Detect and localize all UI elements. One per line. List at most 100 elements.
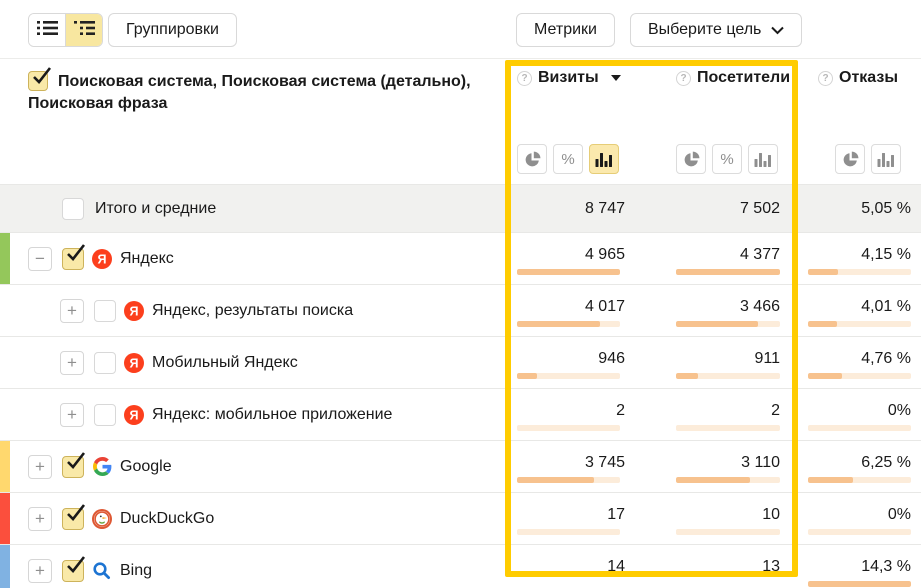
metric-bar [808, 321, 911, 327]
visitors-pie-toggle[interactable] [676, 144, 706, 174]
row-left: Итого и средние [0, 185, 505, 232]
row-left: + Bing [0, 545, 505, 588]
row-checkbox[interactable] [62, 560, 84, 582]
visitors-bars-toggle[interactable] [748, 144, 778, 174]
row-checkbox[interactable] [62, 248, 84, 270]
column-label[interactable]: Визиты [538, 69, 599, 87]
row-label[interactable]: Итого и средние [95, 200, 216, 218]
metric-bar [676, 477, 780, 483]
row-checkbox[interactable] [94, 300, 116, 322]
metric-value: 5,05 % [808, 199, 911, 219]
list-view-button[interactable] [29, 14, 65, 46]
metric-value: 3 745 [517, 453, 625, 473]
metrics-button[interactable]: Метрики [516, 13, 615, 47]
help-icon[interactable]: ? [676, 71, 691, 86]
row-label[interactable]: DuckDuckGo [120, 510, 214, 528]
bing-icon [92, 561, 112, 581]
yandex-icon: Я [124, 353, 144, 373]
metric-bar [808, 581, 911, 587]
visits-percent-toggle[interactable]: % [553, 144, 583, 174]
metric-value: 4,76 % [808, 349, 911, 369]
row-checkbox[interactable] [62, 456, 84, 478]
metric-bar [517, 269, 620, 275]
expand-button[interactable]: + [28, 559, 52, 583]
checkmark-icon [63, 554, 87, 578]
metric-value: 14 [517, 557, 625, 577]
column-label[interactable]: Отказы [839, 69, 898, 87]
visitors-cell: 911 [650, 337, 798, 388]
row-label[interactable]: Google [120, 458, 172, 476]
metric-value: 4 965 [517, 245, 625, 265]
metric-bar [517, 321, 620, 327]
column-label[interactable]: Посетители [697, 69, 790, 87]
metric-value: 14,3 % [808, 557, 911, 577]
dimensions-title: Поисковая система, Поисковая система (де… [28, 73, 471, 112]
bar-chart-icon [754, 151, 772, 167]
expand-button[interactable]: + [60, 403, 84, 427]
bounce-display-toggles [835, 144, 901, 174]
row-label[interactable]: Яндекс [120, 250, 174, 268]
metric-bar [517, 425, 620, 431]
expand-button[interactable]: + [28, 507, 52, 531]
metric-value: 17 [517, 505, 625, 525]
row-color-strip [0, 441, 10, 492]
row-color-strip [0, 545, 10, 588]
metric-value: 4 377 [676, 245, 780, 265]
metric-value: 3 110 [676, 453, 780, 473]
expand-button[interactable]: + [60, 299, 84, 323]
row-checkbox[interactable] [94, 352, 116, 374]
row-checkbox[interactable] [62, 508, 84, 530]
visits-cell: 8 747 [505, 185, 650, 232]
svg-text:Я: Я [130, 304, 139, 318]
groupings-button[interactable]: Группировки [108, 13, 237, 47]
sort-desc-icon [611, 75, 621, 81]
row-checkbox[interactable] [94, 404, 116, 426]
dimensions-checkbox[interactable] [28, 71, 48, 91]
table-row: + Google 3 745 3 110 6,25 % [0, 440, 921, 492]
percent-icon: % [720, 151, 733, 168]
visits-cell: 14 [505, 545, 650, 588]
svg-text:Я: Я [130, 356, 139, 370]
bounce-cell: 5,05 % [798, 185, 921, 232]
expand-button[interactable]: + [60, 351, 84, 375]
row-label[interactable]: Мобильный Яндекс [152, 354, 298, 372]
button-label: Выберите цель [648, 21, 761, 39]
metric-bar [808, 269, 911, 275]
visitors-cell: 3 466 [650, 285, 798, 336]
metric-value: 6,25 % [808, 453, 911, 473]
table-row: Итого и средние 8 747 7 502 5,05 % [0, 184, 921, 232]
metric-value: 2 [676, 401, 780, 421]
row-checkbox[interactable] [62, 198, 84, 220]
collapse-button[interactable]: − [28, 247, 52, 271]
visits-pie-toggle[interactable] [517, 144, 547, 174]
goal-select-button[interactable]: Выберите цель [630, 13, 802, 47]
metric-value: 13 [676, 557, 780, 577]
row-left: − Я Яндекс [0, 233, 505, 284]
visits-display-toggles: % [517, 144, 619, 174]
row-color-strip [0, 233, 10, 284]
tree-view-button[interactable] [65, 14, 102, 46]
bounce-bars-toggle[interactable] [871, 144, 901, 174]
expand-button[interactable]: + [28, 455, 52, 479]
svg-text:Я: Я [130, 408, 139, 422]
bounce-pie-toggle[interactable] [835, 144, 865, 174]
table-row: − Я Яндекс 4 965 4 377 4,15 % [0, 232, 921, 284]
row-label[interactable]: Яндекс: мобильное приложение [152, 406, 392, 424]
row-label[interactable]: Яндекс, результаты поиска [152, 302, 353, 320]
visits-cell: 4 965 [505, 233, 650, 284]
visits-bars-toggle[interactable] [589, 144, 619, 174]
table-header: Поисковая система, Поисковая система (де… [0, 58, 921, 184]
metric-bar [808, 373, 911, 379]
help-icon[interactable]: ? [818, 71, 833, 86]
view-mode-switcher [28, 13, 103, 47]
visitors-percent-toggle[interactable]: % [712, 144, 742, 174]
percent-icon: % [561, 151, 574, 168]
table-row: + Bing 14 13 14,3 % [0, 544, 921, 588]
bounce-cell: 6,25 % [798, 441, 921, 492]
visitors-cell: 10 [650, 493, 798, 544]
bounce-cell: 0% [798, 389, 921, 440]
table-row: + Я Яндекс, результаты поиска 4 017 3 46… [0, 284, 921, 336]
metric-value: 4,15 % [808, 245, 911, 265]
row-label[interactable]: Bing [120, 562, 152, 580]
help-icon[interactable]: ? [517, 71, 532, 86]
